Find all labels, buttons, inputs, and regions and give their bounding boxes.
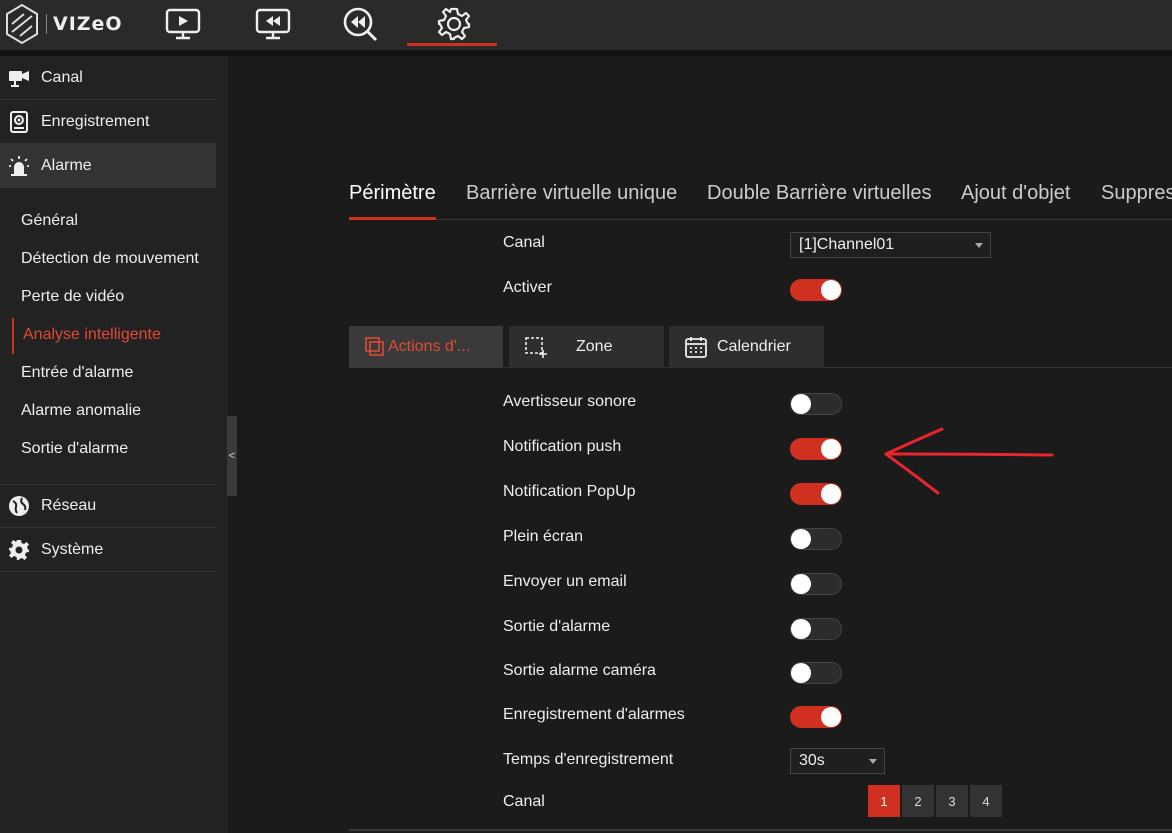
action-label-plein-ecran: Plein écran bbox=[503, 528, 584, 545]
tab-perimetre[interactable]: Périmètre bbox=[349, 182, 436, 205]
gear-icon bbox=[437, 7, 471, 41]
zone-select-icon bbox=[524, 336, 548, 358]
toggle-notification-popup[interactable] bbox=[790, 483, 842, 505]
sidebar-item-canal[interactable]: Canal bbox=[0, 56, 216, 100]
sidebar-item-enregistrement[interactable]: Enregistrement bbox=[0, 100, 216, 144]
sidebar-subitem-alarme-anomalie[interactable]: Alarme anomalie bbox=[0, 392, 216, 430]
canal-select-value: [1]Channel01 bbox=[799, 236, 895, 253]
globe-icon bbox=[8, 495, 30, 517]
sidebar-item-label: Alarme bbox=[41, 156, 92, 174]
nav-search[interactable] bbox=[338, 4, 382, 44]
content-bottom-divider bbox=[349, 829, 1172, 831]
recorder-icon bbox=[8, 110, 30, 133]
subtab-zone[interactable]: Zone bbox=[509, 326, 664, 368]
toggle-knob bbox=[791, 619, 811, 639]
action-label-notification-push: Notification push bbox=[503, 438, 622, 455]
nav-active-indicator bbox=[407, 43, 497, 46]
toggle-knob bbox=[821, 484, 841, 504]
tab-barriere-unique[interactable]: Barrière virtuelle unique bbox=[466, 182, 677, 205]
record-time-label: Temps d'enregistrement bbox=[503, 751, 674, 768]
nav-settings[interactable] bbox=[432, 4, 476, 44]
channel-select-label: Canal bbox=[503, 793, 545, 810]
action-label-sortie-alarme: Sortie d'alarme bbox=[503, 618, 611, 635]
toggle-knob bbox=[791, 529, 811, 549]
play-monitor-icon bbox=[165, 8, 201, 40]
toggle-knob bbox=[821, 439, 841, 459]
sidebar-item-label: Canal bbox=[41, 68, 83, 86]
sidebar-item-reseau[interactable]: Réseau bbox=[0, 484, 216, 528]
annotation-arrow-icon bbox=[884, 427, 1054, 495]
top-bar: VIZeO bbox=[0, 0, 1172, 50]
chevron-down-icon bbox=[975, 243, 983, 248]
channel-page-1[interactable]: 1 bbox=[868, 785, 900, 817]
tab-active-indicator bbox=[349, 217, 436, 220]
subtab-label: Actions d'... bbox=[388, 338, 471, 355]
sidebar-item-label: Réseau bbox=[41, 497, 97, 514]
analysis-tabs: Périmètre Barrière virtuelle unique Doub… bbox=[349, 176, 1172, 220]
nav-playback[interactable] bbox=[251, 4, 295, 44]
toggle-notification-push[interactable] bbox=[790, 438, 842, 460]
sidebar-item-label: Enregistrement bbox=[41, 112, 150, 130]
sidebar-current-marker bbox=[12, 318, 14, 354]
toggle-knob bbox=[821, 707, 841, 727]
canal-select[interactable]: [1]Channel01 bbox=[790, 232, 991, 258]
subtab-actions[interactable]: Actions d'... bbox=[349, 326, 503, 368]
tab-ajout-objet[interactable]: Ajout d'objet bbox=[961, 182, 1070, 205]
chevron-down-icon bbox=[869, 759, 877, 764]
tab-double-barriere[interactable]: Double Barrière virtuelles bbox=[707, 182, 932, 205]
channel-page-2[interactable]: 2 bbox=[902, 785, 934, 817]
rewind-search-icon bbox=[343, 7, 378, 42]
camera-icon bbox=[8, 67, 30, 89]
sidebar-subitem-analyse-intelligente[interactable]: Analyse intelligente bbox=[0, 316, 216, 354]
vizeo-logo-icon bbox=[6, 3, 38, 45]
tab-suppression[interactable]: Suppres bbox=[1101, 182, 1172, 205]
record-time-value: 30s bbox=[799, 752, 825, 769]
alarm-light-icon bbox=[8, 155, 30, 177]
sidebar-collapse-handle[interactable]: < bbox=[227, 416, 237, 496]
toggle-knob bbox=[791, 663, 811, 683]
sidebar-item-alarme[interactable]: Alarme bbox=[0, 144, 216, 188]
action-label-envoyer-email: Envoyer un email bbox=[503, 573, 627, 590]
subtab-label: Calendrier bbox=[717, 338, 791, 355]
brand-logo: VIZeO bbox=[4, 2, 124, 46]
toggle-plein-ecran[interactable] bbox=[790, 528, 842, 550]
subtab-label: Zone bbox=[576, 338, 613, 355]
activer-toggle[interactable] bbox=[790, 279, 842, 301]
sidebar-subitem-detection-mouvement[interactable]: Détection de mouvement bbox=[0, 240, 216, 278]
sidebar-subitem-general[interactable]: Général bbox=[0, 202, 216, 240]
layers-icon bbox=[364, 336, 386, 358]
action-label-sortie-alarme-camera: Sortie alarme caméra bbox=[503, 662, 656, 679]
record-time-select[interactable]: 30s bbox=[790, 748, 885, 774]
action-label-enregistrement-alarmes: Enregistrement d'alarmes bbox=[503, 706, 685, 723]
gear-icon bbox=[8, 539, 30, 561]
sidebar-subitem-entree-alarme[interactable]: Entrée d'alarme bbox=[0, 354, 216, 392]
nav-live-view[interactable] bbox=[161, 4, 205, 44]
toggle-knob bbox=[821, 280, 841, 300]
sidebar-item-systeme[interactable]: Système bbox=[0, 528, 216, 572]
channel-page-4[interactable]: 4 bbox=[970, 785, 1002, 817]
action-label-notification-popup: Notification PopUp bbox=[503, 483, 636, 500]
toggle-sortie-alarme-camera[interactable] bbox=[790, 662, 842, 684]
toggle-sortie-alarme[interactable] bbox=[790, 618, 842, 640]
sidebar: Canal Enregistrement Alarme Général Déte… bbox=[0, 56, 228, 833]
calendar-icon bbox=[685, 336, 707, 358]
channel-page-3[interactable]: 3 bbox=[936, 785, 968, 817]
activer-label: Activer bbox=[503, 279, 552, 296]
sidebar-subitem-perte-video[interactable]: Perte de vidéo bbox=[0, 278, 216, 316]
toggle-enregistrement-alarmes[interactable] bbox=[790, 706, 842, 728]
action-label-avertisseur: Avertisseur sonore bbox=[503, 393, 637, 410]
toggle-avertisseur-sonore[interactable] bbox=[790, 393, 842, 415]
sidebar-subitem-sortie-alarme[interactable]: Sortie d'alarme bbox=[0, 430, 216, 468]
rewind-monitor-icon bbox=[255, 8, 291, 40]
toggle-knob bbox=[791, 574, 811, 594]
brand-name: VIZeO bbox=[53, 13, 123, 35]
settings-subtabs: Actions d'... Zone Calendrier bbox=[349, 326, 1172, 368]
toggle-envoyer-email[interactable] bbox=[790, 573, 842, 595]
subtab-calendrier[interactable]: Calendrier bbox=[669, 326, 824, 368]
toggle-knob bbox=[791, 394, 811, 414]
sidebar-item-label: Système bbox=[41, 540, 104, 558]
canal-label: Canal bbox=[503, 234, 545, 251]
